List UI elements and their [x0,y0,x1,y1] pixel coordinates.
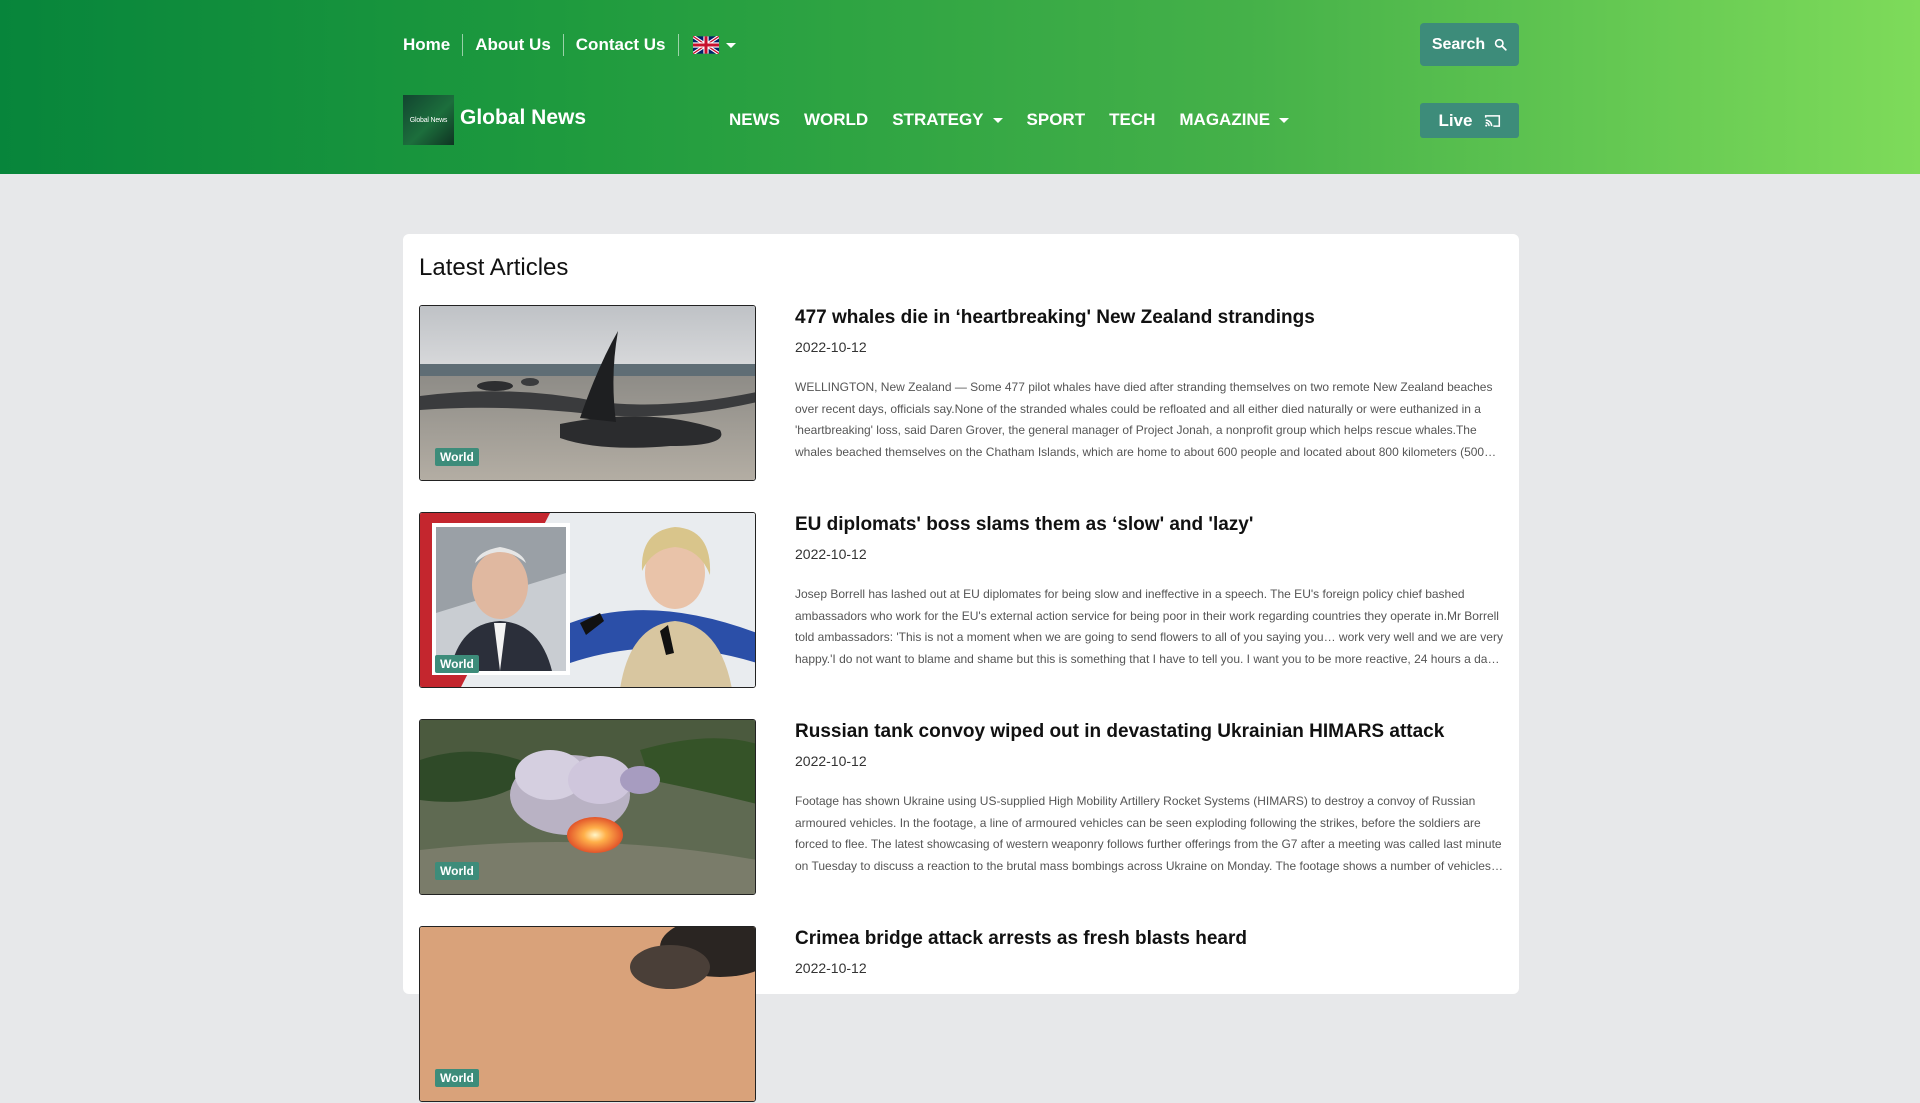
article-image[interactable]: World [419,719,756,895]
nav-strategy[interactable]: STRATEGY [892,110,1003,130]
logo-text: Global News [409,116,448,124]
live-button-label: Live [1438,110,1473,130]
nav-tech[interactable]: TECH [1109,110,1155,130]
search-button[interactable]: Search [1420,23,1519,66]
nav-news[interactable]: NEWS [729,110,780,130]
site-header: Home About Us Contact Us Search Global N… [0,0,1920,174]
section-title: Latest Articles [419,254,569,281]
nav-label: MAGAZINE [1179,110,1271,129]
top-links: Home About Us Contact Us [403,30,736,60]
nav-label: TECH [1109,110,1156,129]
live-button[interactable]: Live [1420,103,1519,138]
language-selector[interactable] [679,36,736,54]
search-button-label: Search [1431,35,1486,53]
nav-label: STRATEGY [892,110,984,129]
article-excerpt: WELLINGTON, New Zealand — Some 477 pilot… [795,380,1493,459]
category-badge: World [435,448,479,466]
article-excerpt: Josep Borrell has lashed out at EU diplo… [795,587,1503,666]
about-us-link[interactable]: About Us [463,34,563,56]
article-date: 2022-10-12 [795,546,867,562]
chevron-down-icon [725,42,736,48]
latest-articles-card: Latest Articles World 477 whales die in … [403,234,1519,1102]
article-excerpt: Footage has shown Ukraine using US-suppl… [795,794,1502,873]
uk-flag-icon [692,36,719,54]
article-date: 2022-10-12 [795,339,867,355]
nav-label: NEWS [729,110,780,129]
chevron-down-icon [1279,117,1290,123]
brand-name[interactable]: Global News [460,106,586,130]
category-badge: World [435,1069,479,1087]
nav-label: WORLD [804,110,869,129]
article-title[interactable]: 477 whales die in ‘heartbreaking' New Ze… [795,307,1315,329]
home-link[interactable]: Home [403,34,462,56]
contact-us-link[interactable]: Contact Us [564,34,678,56]
article-item: World Russian tank convoy wiped out in d… [419,719,1509,896]
nav-magazine[interactable]: MAGAZINE [1179,110,1290,130]
article-item: World 477 whales die in ‘heartbreaking' … [419,305,1509,482]
cast-icon [1484,114,1500,127]
article-image[interactable]: World [419,926,756,1102]
article-title[interactable]: Crimea bridge attack arrests as fresh bl… [795,928,1247,950]
main-nav: NEWS WORLD STRATEGY SPORT TECH MAGAZINE [729,108,1313,132]
category-badge: World [435,862,479,880]
article-item: World EU diplomats' boss slams them as ‘… [419,512,1509,689]
article-title[interactable]: Russian tank convoy wiped out in devasta… [795,721,1444,743]
category-badge: World [435,655,479,673]
article-title[interactable]: EU diplomats' boss slams them as ‘slow' … [795,514,1253,536]
article-date: 2022-10-12 [795,753,867,769]
nav-label: SPORT [1026,110,1086,129]
search-icon [1495,38,1507,51]
article-image[interactable]: World [419,512,756,688]
article-date: 2022-10-12 [795,960,867,976]
article-image[interactable]: World [419,305,756,481]
article-item: World Crimea bridge attack arrests as fr… [419,926,1509,1103]
site-logo[interactable]: Global News [403,95,454,145]
nav-sport[interactable]: SPORT [1027,110,1086,130]
nav-world[interactable]: WORLD [804,110,868,130]
chevron-down-icon [992,117,1003,123]
